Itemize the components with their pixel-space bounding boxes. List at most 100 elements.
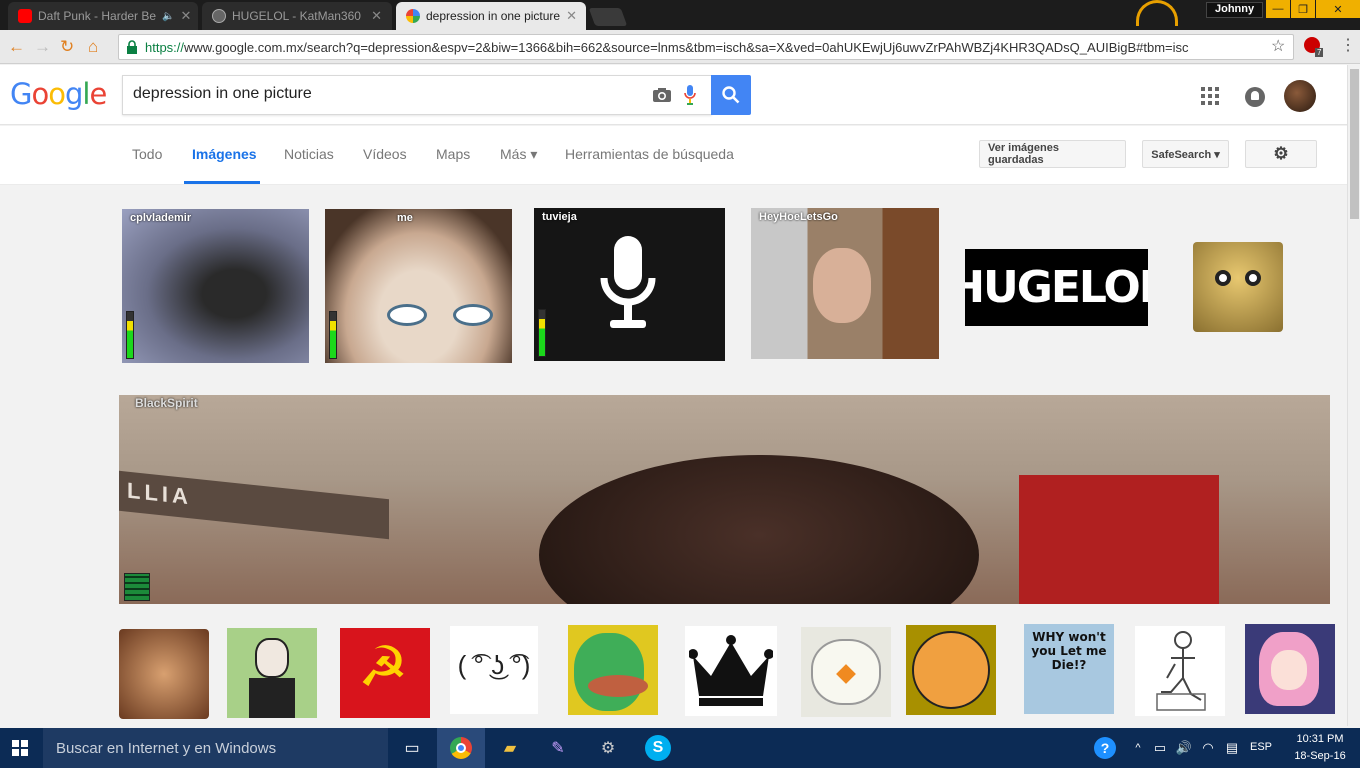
image-result[interactable] — [568, 625, 658, 715]
image-result[interactable] — [685, 626, 777, 716]
browser-tab-strip: Daft Punk - Harder Be 🔈 ✕ HUGELOL - KatM… — [0, 0, 1360, 30]
image-result[interactable] — [906, 625, 996, 715]
language-indicator[interactable]: ESP — [1250, 741, 1272, 753]
home-icon[interactable]: ⌂ — [88, 37, 98, 57]
file-explorer-icon[interactable]: ▰ — [498, 736, 522, 760]
clock-time: 10:31 PM — [1296, 733, 1344, 745]
microphone-icon — [600, 236, 656, 328]
pepe-face — [574, 633, 644, 711]
tab-imagenes[interactable]: Imágenes — [192, 146, 257, 162]
image-result[interactable]: me — [325, 209, 512, 363]
minimize-button[interactable]: — — [1266, 0, 1290, 18]
notifications-icon[interactable] — [1245, 87, 1265, 107]
help-icon[interactable]: ? — [1094, 737, 1116, 759]
tab-videos[interactable]: Vídeos — [363, 146, 407, 162]
paint-icon[interactable]: ✎ — [546, 736, 570, 760]
tab-todo[interactable]: Todo — [132, 146, 162, 162]
image-result[interactable] — [1135, 626, 1225, 716]
crown-icon — [689, 635, 773, 706]
cam-label: cplvlademir — [130, 212, 192, 224]
face — [1271, 650, 1307, 690]
close-tab-icon[interactable]: ✕ — [181, 8, 192, 24]
settings-button[interactable]: ⚙ — [1245, 140, 1317, 168]
image-result[interactable] — [1193, 242, 1283, 332]
close-tab-icon[interactable]: ✕ — [566, 8, 577, 24]
image-result[interactable]: ( ͡° ͜ʖ ͡°) — [450, 626, 538, 714]
cam-label: HeyHoeLetsGo — [759, 211, 838, 223]
tab-google-images[interactable]: depression in one picture ✕ — [396, 2, 586, 30]
eye — [453, 304, 493, 326]
lenny-face: ( ͡° ͜ʖ ͡°) — [457, 650, 531, 680]
wifi-icon[interactable]: ◠ — [1196, 736, 1220, 760]
camera-icon[interactable] — [652, 87, 672, 103]
safesearch-button[interactable]: SafeSearch ▾ — [1142, 140, 1229, 168]
image-caption: WHY won't you Let me Die!? — [1031, 630, 1107, 672]
search-input[interactable]: depression in one picture — [122, 75, 712, 115]
speaker-icon[interactable]: 🔈 — [162, 11, 174, 22]
taskbar-chrome[interactable] — [437, 728, 485, 768]
image-result[interactable] — [227, 628, 317, 718]
taskbar-search-box[interactable]: Buscar en Internet y en Windows — [43, 728, 388, 768]
maximize-button[interactable]: ❐ — [1291, 0, 1315, 18]
back-icon[interactable]: ← — [8, 37, 25, 57]
sign-text: LLIA — [127, 477, 192, 510]
image-result[interactable] — [1245, 624, 1335, 714]
image-result[interactable] — [119, 629, 209, 719]
page-scrollbar[interactable] — [1347, 65, 1360, 726]
forward-icon[interactable]: → — [34, 37, 51, 57]
gear-icon: ⚙ — [1273, 144, 1289, 163]
tab-daft-punk[interactable]: Daft Punk - Harder Be 🔈 ✕ — [8, 2, 198, 30]
eye — [1215, 270, 1231, 286]
google-icon — [406, 9, 420, 23]
tab-noticias[interactable]: Noticias — [284, 146, 334, 162]
volume-meter — [538, 309, 546, 357]
saved-images-button[interactable]: Ver imágenes guardadas — [979, 140, 1126, 168]
suit — [249, 678, 295, 718]
tab-mas[interactable]: Más ▾ — [500, 146, 537, 163]
skype-icon[interactable]: S — [645, 735, 671, 761]
address-bar[interactable]: https://www.google.com.mx/search?q=depre… — [118, 34, 1294, 60]
tab-title: HUGELOL - KatMan360 — [232, 9, 361, 23]
image-result[interactable] — [801, 627, 891, 717]
image-result[interactable]: tuvieja — [534, 208, 725, 361]
new-tab-button[interactable] — [588, 8, 628, 26]
eye — [1245, 270, 1261, 286]
hammer-sickle-icon: ☭ — [358, 635, 409, 698]
image-result[interactable]: WHY won't you Let me Die!? — [1024, 624, 1114, 714]
image-result[interactable]: ☭ — [340, 628, 430, 718]
image-result-large[interactable]: BlackSpirit LLIA — [119, 395, 1330, 604]
hugelol-icon — [212, 9, 226, 23]
action-center-icon[interactable]: ▤ — [1220, 736, 1244, 760]
close-window-button[interactable]: ✕ — [1316, 0, 1360, 18]
close-tab-icon[interactable]: ✕ — [371, 8, 382, 24]
tab-herramientas[interactable]: Herramientas de búsqueda — [565, 146, 734, 162]
steam-icon[interactable]: ⚙ — [596, 736, 620, 760]
skeleton-icon — [1156, 631, 1206, 711]
show-hidden-icons[interactable]: ^ — [1126, 736, 1150, 760]
tab-hugelol[interactable]: HUGELOL - KatMan360 ✕ — [202, 2, 392, 30]
scrollbar-thumb[interactable] — [1350, 69, 1359, 219]
reload-icon[interactable]: ↻ — [60, 37, 74, 57]
image-result[interactable]: HUGELOL — [965, 249, 1148, 326]
search-button[interactable] — [711, 75, 751, 115]
google-logo[interactable]: Google — [10, 77, 107, 111]
taskbar-clock[interactable]: 10:31 PM 18-Sep-16 — [1284, 731, 1356, 765]
url-scheme: https:// — [145, 39, 185, 55]
image-result[interactable]: HeyHoeLetsGo — [751, 208, 939, 359]
volume-icon[interactable]: 🔊 — [1172, 736, 1196, 760]
lock-icon — [127, 40, 137, 54]
image-result[interactable]: cplvlademir — [122, 209, 309, 363]
tab-maps[interactable]: Maps — [436, 146, 470, 162]
microphone-icon[interactable] — [684, 84, 696, 106]
profile-button[interactable]: Johnny — [1206, 2, 1264, 18]
image-results: cplvlademir me tuvieja HeyHoeLetsGo HUGE… — [0, 186, 1347, 726]
bookmark-star-icon[interactable]: ☆ — [1271, 36, 1285, 56]
avatar[interactable] — [1284, 80, 1316, 112]
apps-grid-icon[interactable] — [1201, 87, 1219, 105]
face — [255, 638, 289, 678]
google-header: Google depression in one picture — [0, 65, 1347, 125]
chrome-menu-icon[interactable]: ⋮ — [1340, 35, 1356, 55]
task-view-icon[interactable]: ▭ — [400, 736, 424, 760]
windows-start-icon[interactable] — [12, 740, 28, 756]
battery-icon[interactable]: ▭ — [1148, 736, 1172, 760]
